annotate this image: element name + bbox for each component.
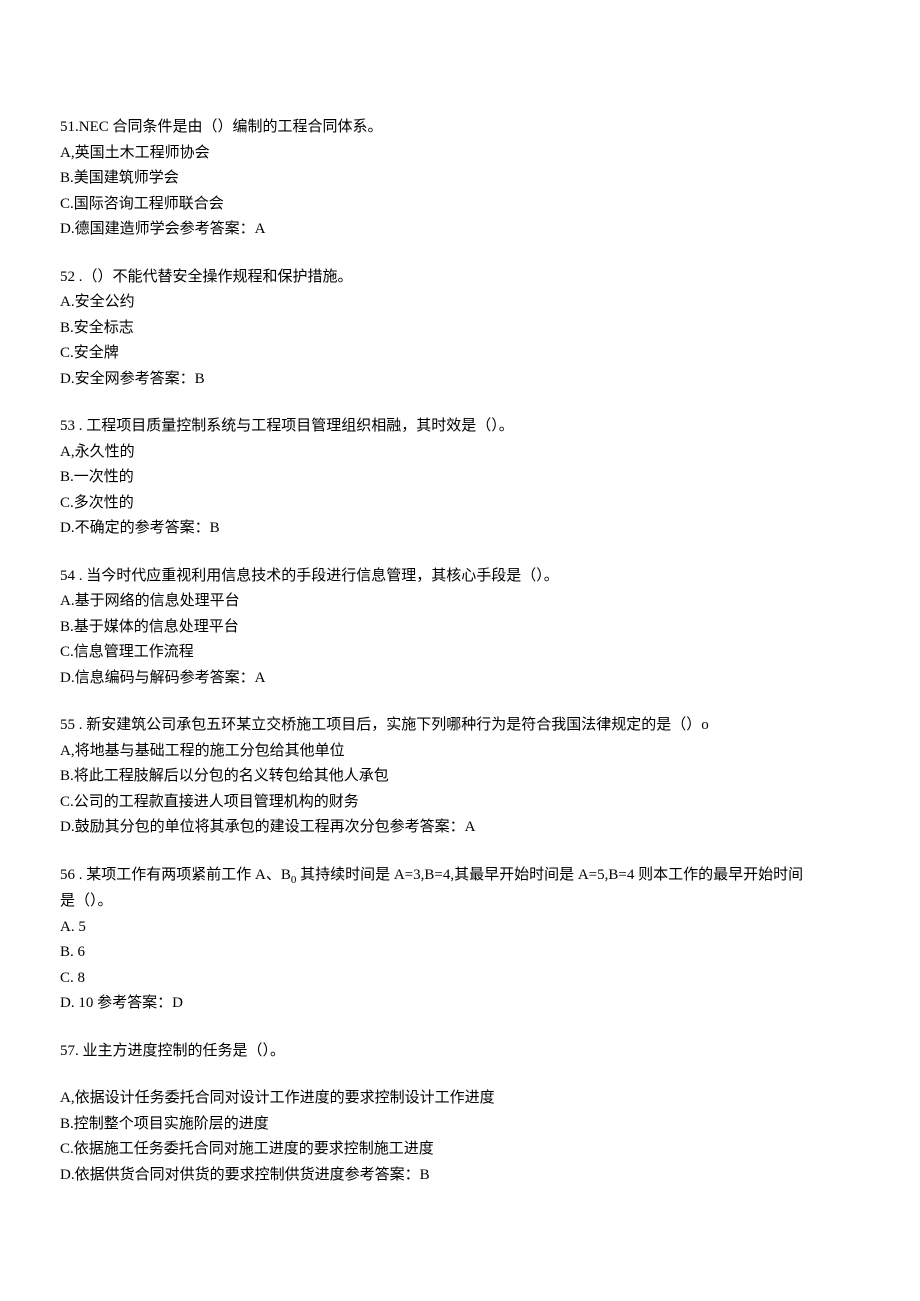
question-stem: 56 . 某项工作有两项紧前工作 A、B0 其持续时间是 A=3,B=4,其最早… bbox=[60, 863, 860, 890]
option-b: B.控制整个项目实施阶层的进度 bbox=[60, 1112, 860, 1138]
option-a: A,将地基与基础工程的施工分包给其他单位 bbox=[60, 739, 860, 765]
question-stem: 54 . 当今时代应重视利用信息技术的手段进行信息管理，其核心手段是（）。 bbox=[60, 564, 860, 590]
option-b: B.一次性的 bbox=[60, 465, 860, 491]
option-c: C.信息管理工作流程 bbox=[60, 640, 860, 666]
question-stem: 53 . 工程项目质量控制系统与工程项目管理组织相融，其时效是（）。 bbox=[60, 414, 860, 440]
question-stem: 51.NEC 合同条件是由（）编制的工程合同体系。 bbox=[60, 115, 860, 141]
question-stem: 57. 业主方进度控制的任务是（）。 bbox=[60, 1039, 860, 1065]
option-b: B. 6 bbox=[60, 940, 860, 966]
option-d: D. 10 参考答案：D bbox=[60, 991, 860, 1017]
option-a: A,依据设计任务委托合同对设计工作进度的要求控制设计工作进度 bbox=[60, 1086, 860, 1112]
option-d: D.安全网参考答案：B bbox=[60, 367, 860, 393]
stem-post: 其持续时间是 A=3,B=4,其最早开始时间是 A=5,B=4 则本工作的最早开… bbox=[296, 867, 803, 883]
question-52: 52 .（）不能代替安全操作规程和保护措施。 A.安全公约 B.安全标志 C.安… bbox=[60, 265, 860, 393]
question-stem-line2: 是（）。 bbox=[60, 889, 860, 915]
option-c: C.公司的工程款直接进人项目管理机构的财务 bbox=[60, 790, 860, 816]
option-d: D.依据供货合同对供货的要求控制供货进度参考答案：B bbox=[60, 1163, 860, 1189]
question-stem: 55 . 新安建筑公司承包五环某立交桥施工项目后，实施下列哪种行为是符合我国法律… bbox=[60, 713, 860, 739]
option-b: B.美国建筑师学会 bbox=[60, 166, 860, 192]
question-51: 51.NEC 合同条件是由（）编制的工程合同体系。 A,英国土木工程师协会 B.… bbox=[60, 115, 860, 243]
option-c: C.安全牌 bbox=[60, 341, 860, 367]
option-d: D.德国建造师学会参考答案：A bbox=[60, 217, 860, 243]
question-57: 57. 业主方进度控制的任务是（）。 A,依据设计任务委托合同对设计工作进度的要… bbox=[60, 1039, 860, 1189]
option-a: A.基于网络的信息处理平台 bbox=[60, 589, 860, 615]
question-55: 55 . 新安建筑公司承包五环某立交桥施工项目后，实施下列哪种行为是符合我国法律… bbox=[60, 713, 860, 841]
question-56: 56 . 某项工作有两项紧前工作 A、B0 其持续时间是 A=3,B=4,其最早… bbox=[60, 863, 860, 1017]
option-a: A,英国土木工程师协会 bbox=[60, 141, 860, 167]
question-stem: 52 .（）不能代替安全操作规程和保护措施。 bbox=[60, 265, 860, 291]
option-b: B.安全标志 bbox=[60, 316, 860, 342]
option-c: C.国际咨询工程师联合会 bbox=[60, 192, 860, 218]
option-d: D.不确定的参考答案：B bbox=[60, 516, 860, 542]
option-b: B.基于媒体的信息处理平台 bbox=[60, 615, 860, 641]
option-d: D.鼓励其分包的单位将其承包的建设工程再次分包参考答案：A bbox=[60, 815, 860, 841]
stem-pre: 56 . 某项工作有两项紧前工作 A、B bbox=[60, 867, 291, 883]
option-d: D.信息编码与解码参考答案：A bbox=[60, 666, 860, 692]
option-a: A. 5 bbox=[60, 915, 860, 941]
option-b: B.将此工程肢解后以分包的名义转包给其他人承包 bbox=[60, 764, 860, 790]
option-c: C.多次性的 bbox=[60, 491, 860, 517]
option-a: A.安全公约 bbox=[60, 290, 860, 316]
option-c: C. 8 bbox=[60, 966, 860, 992]
option-c: C.依据施工任务委托合同对施工进度的要求控制施工进度 bbox=[60, 1137, 860, 1163]
option-a: A,永久性的 bbox=[60, 440, 860, 466]
question-53: 53 . 工程项目质量控制系统与工程项目管理组织相融，其时效是（）。 A,永久性… bbox=[60, 414, 860, 542]
question-54: 54 . 当今时代应重视利用信息技术的手段进行信息管理，其核心手段是（）。 A.… bbox=[60, 564, 860, 692]
